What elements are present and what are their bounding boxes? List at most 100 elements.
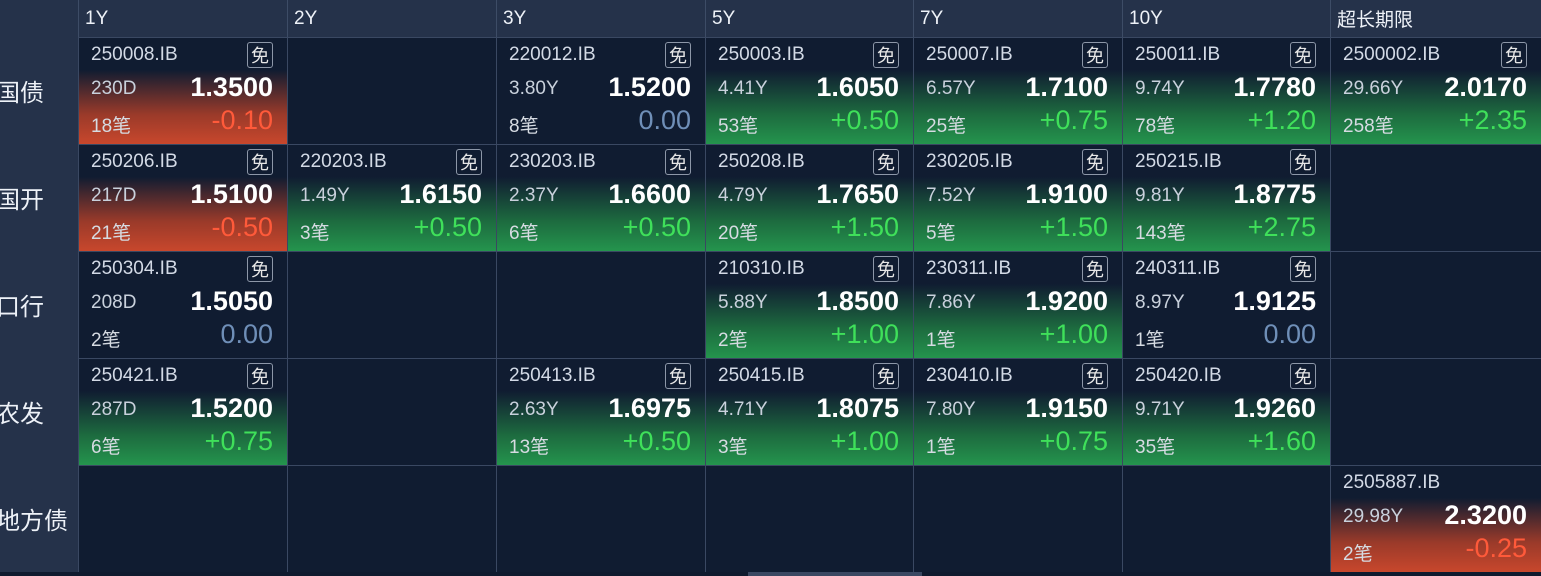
yield-value: 1.9260 — [1233, 393, 1316, 423]
quote-cell[interactable]: 2500002.IB 免 29.66Y 2.0170 258笔 +2.35 — [1330, 37, 1541, 144]
bond-code: 230203.IB — [509, 151, 596, 172]
tax-exempt-badge: 免 — [665, 42, 691, 68]
trade-count: 78笔 — [1135, 116, 1176, 137]
trade-count: 20笔 — [718, 223, 759, 244]
yield-value: 1.7100 — [1025, 72, 1108, 102]
empty-cell — [913, 465, 1122, 572]
yield-change: +0.75 — [1039, 426, 1108, 456]
quote-cell[interactable]: 250003.IB 免 4.41Y 1.6050 53笔 +0.50 — [705, 37, 913, 144]
bond-code: 250208.IB — [718, 151, 805, 172]
bond-code: 220012.IB — [509, 44, 596, 65]
remaining-term: 3.80Y — [509, 78, 559, 99]
yield-change: 0.00 — [638, 105, 691, 135]
remaining-term: 9.71Y — [1135, 399, 1185, 420]
remaining-term: 4.71Y — [718, 399, 768, 420]
tax-exempt-badge: 免 — [247, 42, 273, 68]
tax-exempt-badge: 免 — [247, 149, 273, 175]
quote-cell[interactable]: 250208.IB 免 4.79Y 1.7650 20笔 +1.50 — [705, 144, 913, 251]
column-header-0[interactable]: 1Y — [78, 0, 287, 37]
empty-cell — [78, 465, 287, 572]
trade-count: 1笔 — [926, 437, 956, 458]
quote-cell[interactable]: 250304.IB 免 208D 1.5050 2笔 0.00 — [78, 251, 287, 358]
bond-code: 250003.IB — [718, 44, 805, 65]
tax-exempt-badge: 免 — [1082, 256, 1108, 282]
quote-cell[interactable]: 220012.IB 免 3.80Y 1.5200 8笔 0.00 — [496, 37, 705, 144]
empty-cell — [287, 358, 496, 465]
column-header-4[interactable]: 7Y — [913, 0, 1122, 37]
remaining-term: 2.37Y — [509, 185, 559, 206]
column-header-2[interactable]: 3Y — [496, 0, 705, 37]
yield-value: 1.9100 — [1025, 179, 1108, 209]
quote-cell[interactable]: 230205.IB 免 7.52Y 1.9100 5笔 +1.50 — [913, 144, 1122, 251]
yield-change: -0.10 — [211, 105, 273, 135]
row-header-3[interactable]: 农发 — [0, 358, 78, 465]
bond-code: 230205.IB — [926, 151, 1013, 172]
column-header-6[interactable]: 超长期限 — [1330, 0, 1541, 37]
quote-cell[interactable]: 250413.IB 免 2.63Y 1.6975 13笔 +0.50 — [496, 358, 705, 465]
remaining-term: 7.80Y — [926, 399, 976, 420]
yield-change: -0.50 — [211, 212, 273, 242]
column-header-1[interactable]: 2Y — [287, 0, 496, 37]
bond-code: 250421.IB — [91, 365, 178, 386]
tax-exempt-badge: 免 — [1290, 256, 1316, 282]
yield-value: 1.6975 — [608, 393, 691, 423]
quote-cell[interactable]: 250008.IB 免 230D 1.3500 18笔 -0.10 — [78, 37, 287, 144]
quote-cell[interactable]: 250206.IB 免 217D 1.5100 21笔 -0.50 — [78, 144, 287, 251]
yield-value: 1.5200 — [190, 393, 273, 423]
bond-code: 230410.IB — [926, 365, 1013, 386]
trade-count: 8笔 — [509, 116, 539, 137]
tax-exempt-badge: 免 — [1290, 149, 1316, 175]
quote-cell[interactable]: 250011.IB 免 9.74Y 1.7780 78笔 +1.20 — [1122, 37, 1330, 144]
row-header-1[interactable]: 国开 — [0, 144, 78, 251]
column-header-3[interactable]: 5Y — [705, 0, 913, 37]
quote-cell[interactable]: 250421.IB 免 287D 1.5200 6笔 +0.75 — [78, 358, 287, 465]
quote-cell[interactable]: 220203.IB 免 1.49Y 1.6150 3笔 +0.50 — [287, 144, 496, 251]
yield-value: 1.3500 — [190, 72, 273, 102]
yield-value: 1.7650 — [816, 179, 899, 209]
quote-cell[interactable]: 250415.IB 免 4.71Y 1.8075 3笔 +1.00 — [705, 358, 913, 465]
quote-cell[interactable]: 2505887.IB 29.98Y 2.3200 2笔 -0.25 — [1330, 465, 1541, 572]
row-header-2[interactable]: 口行 — [0, 251, 78, 358]
horizontal-scrollbar[interactable] — [748, 572, 922, 576]
bond-code: 250420.IB — [1135, 365, 1222, 386]
empty-cell — [705, 465, 913, 572]
quote-cell[interactable]: 240311.IB 免 8.97Y 1.9125 1笔 0.00 — [1122, 251, 1330, 358]
yield-value: 1.6600 — [608, 179, 691, 209]
tax-exempt-badge: 免 — [873, 363, 899, 389]
remaining-term: 230D — [91, 78, 137, 99]
yield-change: 0.00 — [220, 319, 273, 349]
remaining-term: 7.86Y — [926, 292, 976, 313]
yield-change: +2.35 — [1458, 105, 1527, 135]
row-header-label: 农发 — [0, 401, 44, 428]
quote-cell[interactable]: 230311.IB 免 7.86Y 1.9200 1笔 +1.00 — [913, 251, 1122, 358]
empty-cell — [496, 465, 705, 572]
yield-change: +0.75 — [1039, 105, 1108, 135]
trade-count: 5笔 — [926, 223, 956, 244]
row-header-0[interactable]: 国债 — [0, 37, 78, 144]
quote-cell[interactable]: 230410.IB 免 7.80Y 1.9150 1笔 +0.75 — [913, 358, 1122, 465]
trade-count: 2笔 — [91, 330, 121, 351]
empty-cell — [287, 37, 496, 144]
quote-cell[interactable]: 250215.IB 免 9.81Y 1.8775 143笔 +2.75 — [1122, 144, 1330, 251]
quote-cell[interactable]: 250420.IB 免 9.71Y 1.9260 35笔 +1.60 — [1122, 358, 1330, 465]
yield-value: 1.6150 — [399, 179, 482, 209]
quote-cell[interactable]: 210310.IB 免 5.88Y 1.8500 2笔 +1.00 — [705, 251, 913, 358]
remaining-term: 208D — [91, 292, 137, 313]
tax-exempt-badge: 免 — [1501, 42, 1527, 68]
column-header-5[interactable]: 10Y — [1122, 0, 1330, 37]
row-header-4[interactable]: 地方债 — [0, 465, 78, 572]
bond-code: 250215.IB — [1135, 151, 1222, 172]
quote-cell[interactable]: 230203.IB 免 2.37Y 1.6600 6笔 +0.50 — [496, 144, 705, 251]
yield-value: 1.9125 — [1233, 286, 1316, 316]
tax-exempt-badge: 免 — [665, 363, 691, 389]
bond-code: 220203.IB — [300, 151, 387, 172]
quote-cell[interactable]: 250007.IB 免 6.57Y 1.7100 25笔 +0.75 — [913, 37, 1122, 144]
yield-change: +1.50 — [830, 212, 899, 242]
remaining-term: 8.97Y — [1135, 292, 1185, 313]
yield-change: +0.50 — [622, 212, 691, 242]
yield-value: 1.9150 — [1025, 393, 1108, 423]
yield-value: 1.6050 — [816, 72, 899, 102]
tax-exempt-badge: 免 — [1290, 363, 1316, 389]
trade-count: 25笔 — [926, 116, 967, 137]
remaining-term: 6.57Y — [926, 78, 976, 99]
